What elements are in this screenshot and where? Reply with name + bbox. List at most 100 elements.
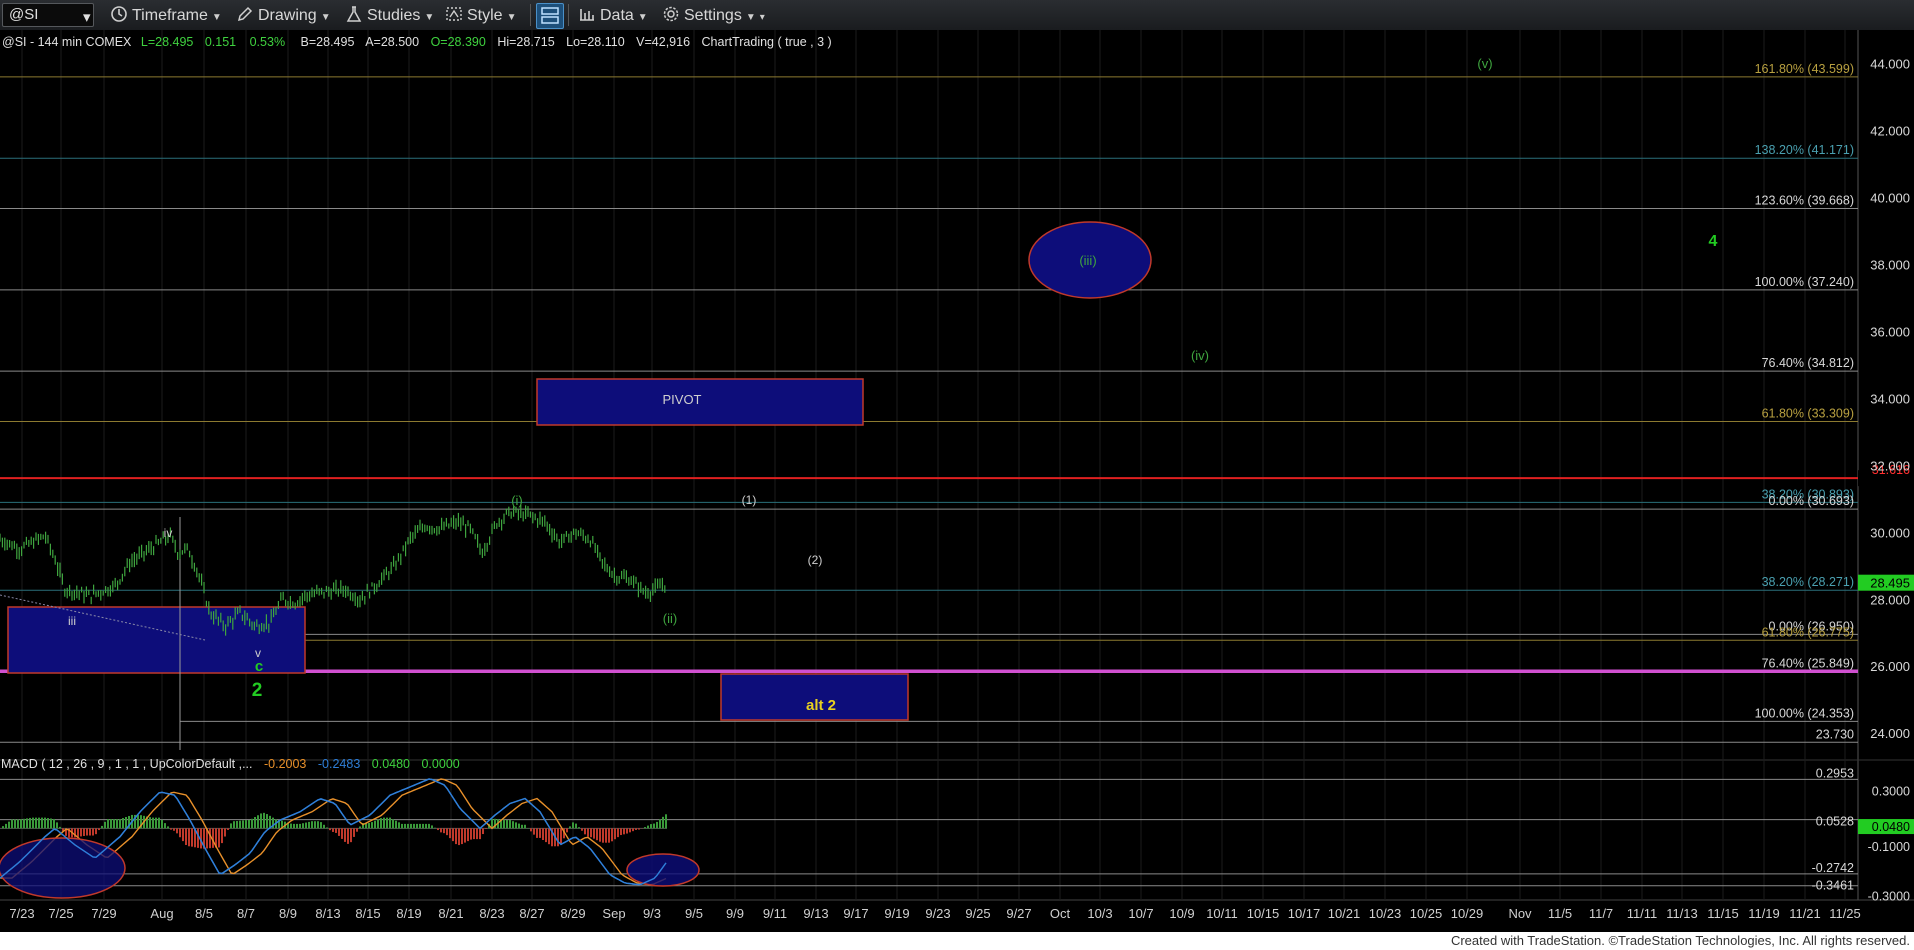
time-tick-label: 8/29 <box>560 906 585 921</box>
price-chart[interactable]: 161.80% (43.599) 138.20% (41.171) 123.60% … <box>0 30 1914 932</box>
time-tick-label: 10/21 <box>1328 906 1361 921</box>
time-tick-label: 10/17 <box>1288 906 1321 921</box>
fib-level-label: 76.40% (25.849) <box>1762 656 1854 670</box>
price-tick-label: 32.000 <box>1870 458 1910 473</box>
wave-label: (iv) <box>1191 348 1209 363</box>
time-tick-label: 11/13 <box>1666 906 1698 921</box>
macd-zero-value: 0.0000 <box>421 757 459 771</box>
time-tick-label: 9/3 <box>643 906 661 921</box>
timeframe-label: Timeframe <box>132 7 208 24</box>
macd-divergence-ellipse <box>626 853 700 887</box>
time-tick-label: 10/23 <box>1369 906 1402 921</box>
macd-diff-value: 0.0480 <box>372 757 410 771</box>
macd-value: -0.2003 <box>264 757 306 771</box>
macd-signal-value: -0.2483 <box>318 757 360 771</box>
fib-level-label: 123.60% (39.668) <box>1755 194 1854 208</box>
drawing-menu[interactable]: Drawing ▼ <box>236 5 331 25</box>
fib-level-label: 100.00% (37.240) <box>1755 275 1854 289</box>
fib-level-label: 61.80% (33.309) <box>1762 406 1854 420</box>
time-tick-label: 11/5 <box>1548 906 1572 921</box>
time-tick-label: 8/27 <box>519 906 544 921</box>
time-tick-label: Nov <box>1508 906 1532 921</box>
time-tick-label: 8/21 <box>438 906 463 921</box>
price-tick-label: 24.000 <box>1870 726 1910 741</box>
settings-label: Settings <box>684 7 742 24</box>
time-tick-label: 9/17 <box>843 906 868 921</box>
drawing-label: Drawing <box>258 7 317 24</box>
fib-level-label: 61.80% (26.775) <box>1762 625 1854 639</box>
time-tick-label: 9/5 <box>685 906 703 921</box>
time-tick-label: 8/9 <box>279 906 297 921</box>
high-price: Hi=28.715 <box>497 35 554 49</box>
studies-label: Studies <box>367 7 421 24</box>
style-icon <box>446 7 462 21</box>
price-tick-label: 44.000 <box>1870 56 1910 71</box>
settings-menu[interactable]: Settings ▼ ▾ <box>662 5 765 25</box>
chart-toolbar: @SI ▾ Timeframe ▼ Drawing ▼ Studies ▼ Style… <box>0 0 1914 31</box>
time-tick-label: Oct <box>1050 906 1071 921</box>
time-tick-label: 7/23 <box>9 906 34 921</box>
wave-label: (1) <box>742 493 757 507</box>
studies-menu[interactable]: Studies ▼ <box>345 5 434 25</box>
layout-toggle-button[interactable] <box>536 3 564 29</box>
symbol-selector[interactable]: @SI ▾ <box>2 3 94 27</box>
fib-level-label: 76.40% (34.812) <box>1762 356 1854 370</box>
time-tick-label: 10/3 <box>1087 906 1112 921</box>
low-price: Lo=28.110 <box>566 35 625 49</box>
symbol-input[interactable]: @SI <box>9 6 38 23</box>
time-tick-label: 10/9 <box>1169 906 1194 921</box>
chevron-down-icon: ▼ <box>637 12 648 23</box>
time-tick-label: 10/15 <box>1247 906 1280 921</box>
style-menu[interactable]: Style ▼ <box>445 5 516 25</box>
time-tick-label: 10/29 <box>1451 906 1484 921</box>
time-tick-label: 9/13 <box>803 906 828 921</box>
wave-label: 4 <box>1709 233 1718 250</box>
bar-chart-icon <box>580 9 594 21</box>
copyright-text: Created with TradeStation. ©TradeStation… <box>1450 933 1910 948</box>
price-tick-label: 34.000 <box>1870 391 1910 406</box>
timeframe-menu[interactable]: Timeframe ▼ <box>110 5 222 25</box>
macd-tick-label: 0.2953 <box>1816 766 1854 780</box>
macd-label: MACD ( 12 , 26 , 9 , 1 , 1 , UpColorDefa… <box>1 757 253 771</box>
price-tick-label: 40.000 <box>1870 190 1910 205</box>
macd-divergence-ellipse <box>0 837 126 899</box>
time-tick-label: 9/11 <box>763 906 787 921</box>
macd-value-label: 0.0480 <box>1872 820 1910 834</box>
time-tick-label: 10/11 <box>1206 906 1238 921</box>
time-tick-label: 8/13 <box>315 906 340 921</box>
study-label: ChartTrading ( true , 3 ) <box>702 35 832 49</box>
toolbar-divider <box>530 4 531 26</box>
price-tick-label: 42.000 <box>1870 123 1910 138</box>
wave-label: (ii) <box>663 611 677 626</box>
wave-label: 2 <box>252 680 263 701</box>
time-tick-label: 11/11 <box>1627 906 1658 921</box>
macd-tick-label: -0.2742 <box>1812 861 1854 875</box>
time-tick-label: 11/21 <box>1789 906 1821 921</box>
price-tick-label: 30.000 <box>1870 525 1910 540</box>
time-tick-label: 11/19 <box>1748 906 1780 921</box>
time-tick-label: 8/19 <box>396 906 421 921</box>
wave-label: c <box>255 658 263 675</box>
flask-icon <box>346 6 362 22</box>
fib-level-label: 23.730 <box>1816 727 1854 741</box>
data-menu[interactable]: Data ▼ <box>578 5 648 25</box>
pencil-icon <box>237 6 253 22</box>
layout-icon <box>541 7 559 24</box>
time-tick-label: 8/5 <box>195 906 213 921</box>
time-tick-label: 11/15 <box>1707 906 1739 921</box>
last-price-label: 28.495 <box>1870 576 1910 591</box>
style-label: Style <box>467 7 503 24</box>
open-price: O=28.390 <box>431 35 486 49</box>
symbol-description: @SI - 144 min COMEX <box>2 35 132 49</box>
time-tick-label: 9/27 <box>1006 906 1031 921</box>
ask-price: A=28.500 <box>365 35 419 49</box>
fib-level-label: 161.80% (43.599) <box>1755 62 1854 76</box>
wave-label: PIVOT <box>662 392 701 407</box>
time-tick-label: 8/7 <box>237 906 255 921</box>
price-tick-label: 28.000 <box>1870 592 1910 607</box>
gear-icon <box>663 6 679 22</box>
chevron-down-icon: ▼ <box>424 12 435 23</box>
macd-tick-label: -0.3000 <box>1868 890 1910 904</box>
data-label: Data <box>600 7 634 24</box>
time-tick-label: Aug <box>150 906 173 921</box>
